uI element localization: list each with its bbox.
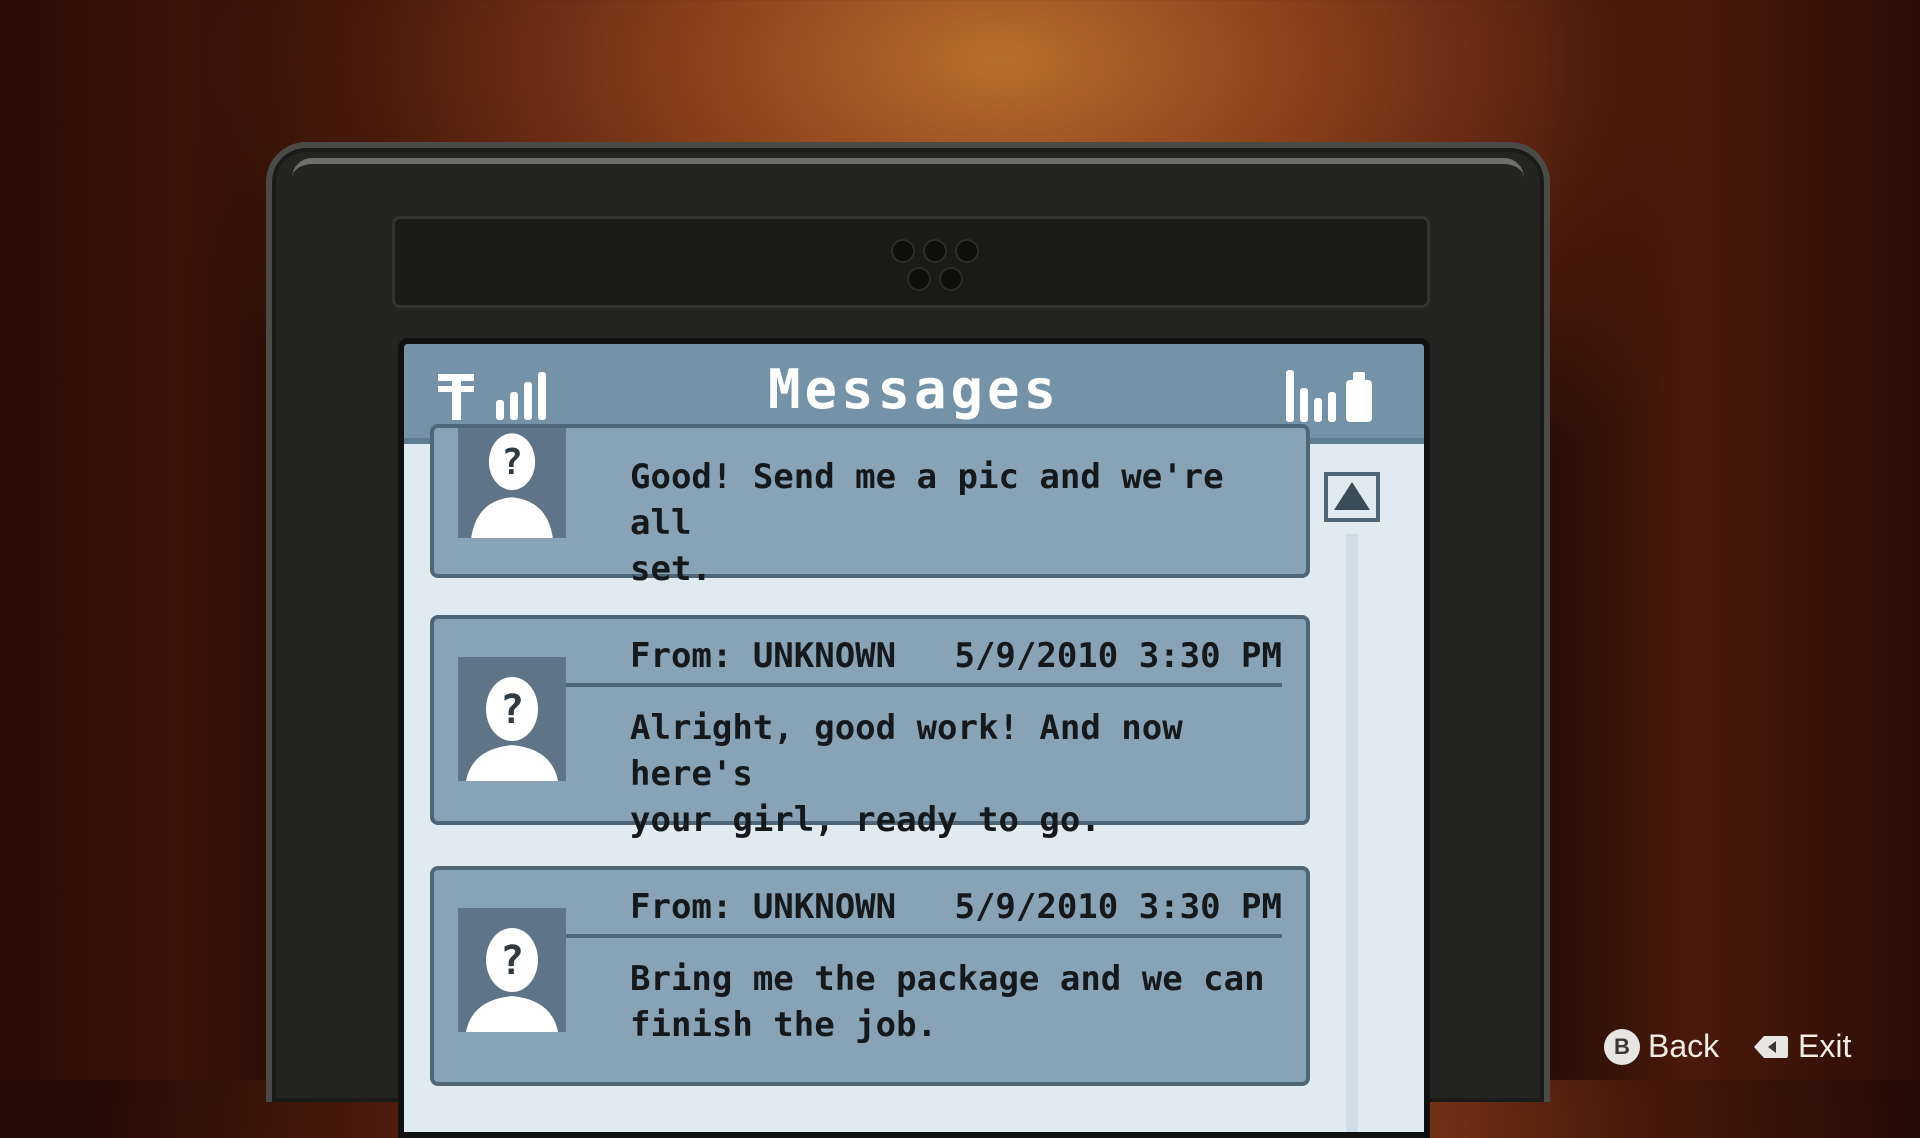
background-right [1540, 0, 1920, 1080]
message-text: Alright, good work! And now here's your … [630, 708, 1183, 840]
unknown-contact-icon: ? [458, 657, 566, 781]
phone-rim [292, 158, 1524, 178]
svg-text:?: ? [500, 938, 524, 984]
exit-label: Exit [1798, 1028, 1852, 1064]
message-timestamp: 5/9/2010 3:30 PM [954, 636, 1282, 676]
b-button-icon: B [1604, 1028, 1640, 1065]
unknown-contact-icon: ? [458, 908, 566, 1032]
volume-bars-icon [1286, 370, 1336, 422]
status-right [1284, 368, 1394, 432]
svg-text:?: ? [501, 442, 522, 483]
message-item[interactable]: From: UNKNOWN 5/9/2010 3:30 PM ? Bring m… [430, 866, 1310, 1086]
scrollbar[interactable] [1346, 534, 1358, 1132]
background-left [0, 0, 300, 1080]
back-label: Back [1648, 1028, 1720, 1064]
speaker-grille-icon [883, 231, 1003, 301]
message-sender: From: UNKNOWN [630, 887, 897, 927]
scroll-up-button[interactable] [1324, 472, 1380, 522]
exit-button-icon [1754, 1035, 1788, 1058]
phone-screen: Messages ? Good! Send me a pic and we're… [398, 338, 1430, 1138]
message-list[interactable]: ? Good! Send me a pic and we're all set.… [404, 424, 1310, 1132]
message-header: From: UNKNOWN 5/9/2010 3:30 PM [564, 629, 1282, 687]
message-text: Good! Send me a pic and we're all set. [630, 457, 1224, 589]
phone-device: Messages ? Good! Send me a pic and we're… [266, 142, 1550, 1138]
message-sender: From: UNKNOWN [630, 636, 897, 676]
unknown-contact-icon: ? [458, 428, 566, 538]
message-text: Bring me the package and we can finish t… [630, 959, 1265, 1045]
scroll-up-arrow-icon [1334, 482, 1370, 510]
svg-text:?: ? [500, 687, 524, 733]
exit-hint[interactable]: Exit [1750, 1028, 1851, 1065]
phone-earpiece [392, 216, 1430, 308]
message-item[interactable]: ? Good! Send me a pic and we're all set. [430, 424, 1310, 589]
battery-icon [1346, 372, 1372, 422]
page-title: Messages [767, 358, 1061, 421]
message-header: From: UNKNOWN 5/9/2010 3:30 PM [564, 880, 1282, 938]
message-item[interactable]: From: UNKNOWN 5/9/2010 3:30 PM ? Alright… [430, 615, 1310, 840]
back-hint[interactable]: B Back [1604, 1028, 1719, 1065]
message-timestamp: 5/9/2010 3:30 PM [954, 887, 1282, 927]
